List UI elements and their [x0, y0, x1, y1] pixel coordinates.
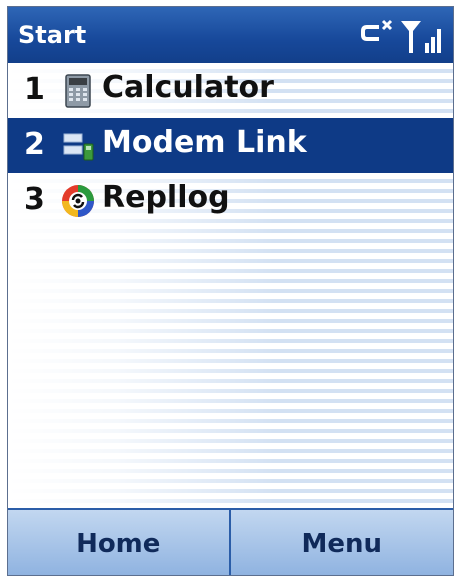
page-title: Start	[18, 21, 87, 49]
list-item-modem-link[interactable]: 2 Modem Link	[8, 118, 453, 173]
item-label: Calculator	[102, 70, 274, 105]
phone-screen: Start 1 Calculator 2 Modem Link 3 Repllo…	[7, 6, 454, 576]
item-label: Repllog	[102, 180, 230, 215]
title-bar: Start	[8, 7, 453, 63]
calculator-icon	[65, 74, 91, 108]
menu-softkey[interactable]: Menu	[231, 510, 454, 575]
softkey-bar: Home Menu	[8, 508, 454, 575]
home-softkey[interactable]: Home	[8, 510, 231, 575]
list-item-calculator[interactable]: 1 Calculator	[8, 63, 453, 118]
signal-strength-icon	[401, 21, 441, 53]
item-label: Modem Link	[102, 125, 307, 160]
modem-link-icon	[63, 133, 94, 161]
no-connection-icon	[361, 19, 393, 41]
repllog-icon	[62, 185, 94, 217]
status-icons	[361, 19, 441, 53]
program-list: 1 Calculator 2 Modem Link 3 Repllog	[8, 63, 453, 508]
item-number: 3	[24, 182, 45, 217]
list-item-repllog[interactable]: 3 Repllog	[8, 173, 453, 228]
item-number: 1	[24, 72, 45, 107]
item-number: 2	[24, 127, 45, 162]
